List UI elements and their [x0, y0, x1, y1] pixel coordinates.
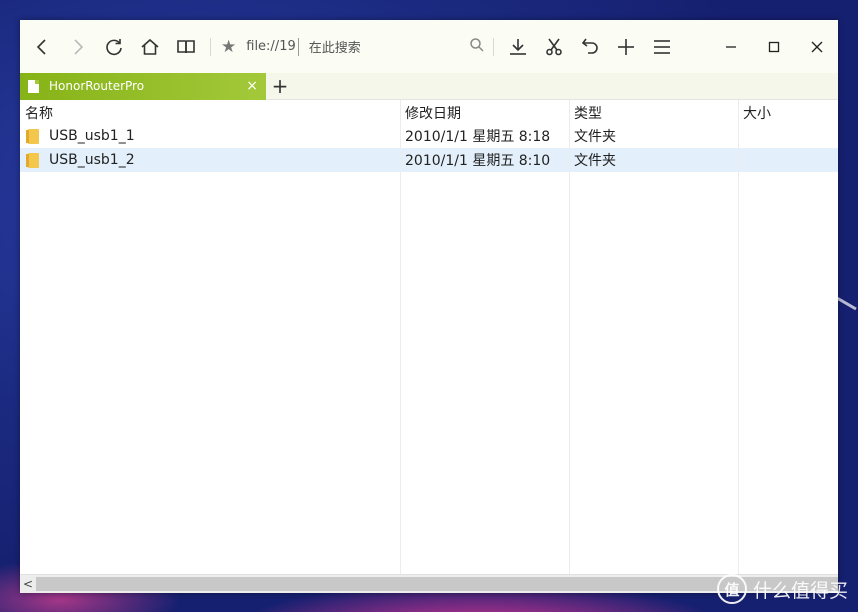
horizontal-scrollbar[interactable]: <	[20, 574, 838, 593]
watermark-text: 什么值得买	[752, 579, 848, 602]
watermark: 值 什么值得买	[716, 574, 848, 604]
new-tab-button[interactable]: +	[266, 73, 294, 100]
url-text[interactable]: file://19	[246, 39, 295, 54]
close-button[interactable]	[795, 20, 838, 73]
file-name-cell: USB_usb1_1	[20, 128, 400, 144]
folder-icon	[26, 152, 39, 168]
toolbar-separator	[492, 37, 494, 56]
hamburger-menu-icon	[653, 39, 670, 54]
undo-icon	[581, 38, 598, 54]
reading-view-button[interactable]	[168, 29, 204, 65]
file-list: 名称 修改日期 类型 大小 USB_usb1_1 2010/1/1 星期五 8:…	[20, 100, 838, 574]
tab-title: HonorRouterPro	[49, 79, 145, 93]
plus-icon	[617, 38, 634, 55]
maximize-icon	[768, 41, 779, 52]
refresh-button[interactable]	[96, 29, 132, 65]
column-divider[interactable]	[738, 100, 739, 574]
window-controls	[709, 20, 838, 73]
maximize-button[interactable]	[752, 20, 795, 73]
refresh-icon	[106, 38, 122, 55]
download-button[interactable]	[500, 29, 536, 65]
toolbar-separator	[210, 37, 211, 56]
toolbar: ★ file://19 在此搜索	[20, 20, 838, 73]
download-icon	[509, 38, 526, 55]
file-name: USB_usb1_2	[49, 152, 135, 168]
column-header-type[interactable]: 类型	[569, 100, 738, 124]
back-button[interactable]	[24, 29, 60, 65]
file-name-cell: USB_usb1_2	[20, 152, 400, 168]
column-header-size[interactable]: 大小	[738, 100, 838, 124]
file-date: 2010/1/1 星期五 8:10	[405, 153, 551, 169]
undo-button[interactable]	[572, 29, 608, 65]
screenshot-button[interactable]	[536, 29, 572, 65]
forward-icon	[74, 38, 84, 55]
column-divider[interactable]	[569, 100, 570, 574]
search-icon[interactable]	[469, 37, 485, 57]
tab-close-icon[interactable]: ×	[246, 78, 258, 94]
column-headers: 名称 修改日期 类型 大小	[20, 100, 838, 124]
table-row[interactable]: USB_usb1_2 2010/1/1 星期五 8:10 文件夹	[20, 148, 838, 172]
book-icon	[177, 39, 195, 53]
minimize-icon	[725, 45, 736, 48]
home-icon	[141, 38, 159, 55]
search-input[interactable]: 在此搜索	[309, 37, 469, 56]
file-rows: USB_usb1_1 2010/1/1 星期五 8:18 文件夹 USB_usb…	[20, 124, 838, 172]
page-icon	[28, 79, 39, 93]
address-bar[interactable]: ★ file://19 在此搜索	[217, 32, 485, 62]
column-divider[interactable]	[400, 100, 401, 574]
folder-icon	[26, 128, 39, 144]
back-icon	[36, 38, 46, 55]
menu-button[interactable]	[644, 29, 680, 65]
address-separator	[297, 37, 299, 56]
add-button[interactable]	[608, 29, 644, 65]
file-type: 文件夹	[574, 153, 616, 169]
favorite-star-icon[interactable]: ★	[221, 37, 236, 57]
browser-window: ★ file://19 在此搜索 HonorRouterPro × + 名称 修…	[20, 20, 838, 593]
forward-button[interactable]	[60, 29, 96, 65]
file-date: 2010/1/1 星期五 8:18	[405, 129, 551, 145]
watermark-logo-icon: 值	[716, 574, 747, 604]
scissors-icon	[545, 38, 562, 55]
file-type: 文件夹	[574, 129, 616, 145]
scroll-left-arrow[interactable]: <	[20, 577, 36, 591]
column-header-date[interactable]: 修改日期	[400, 100, 569, 124]
minimize-button[interactable]	[709, 20, 752, 73]
column-header-name[interactable]: 名称	[20, 100, 400, 124]
close-icon	[811, 41, 822, 52]
table-row[interactable]: USB_usb1_1 2010/1/1 星期五 8:18 文件夹	[20, 124, 838, 148]
home-button[interactable]	[132, 29, 168, 65]
file-name: USB_usb1_1	[49, 128, 135, 144]
tab-honorrouterpro[interactable]: HonorRouterPro ×	[20, 72, 266, 100]
tab-bar: HonorRouterPro × +	[20, 72, 838, 100]
